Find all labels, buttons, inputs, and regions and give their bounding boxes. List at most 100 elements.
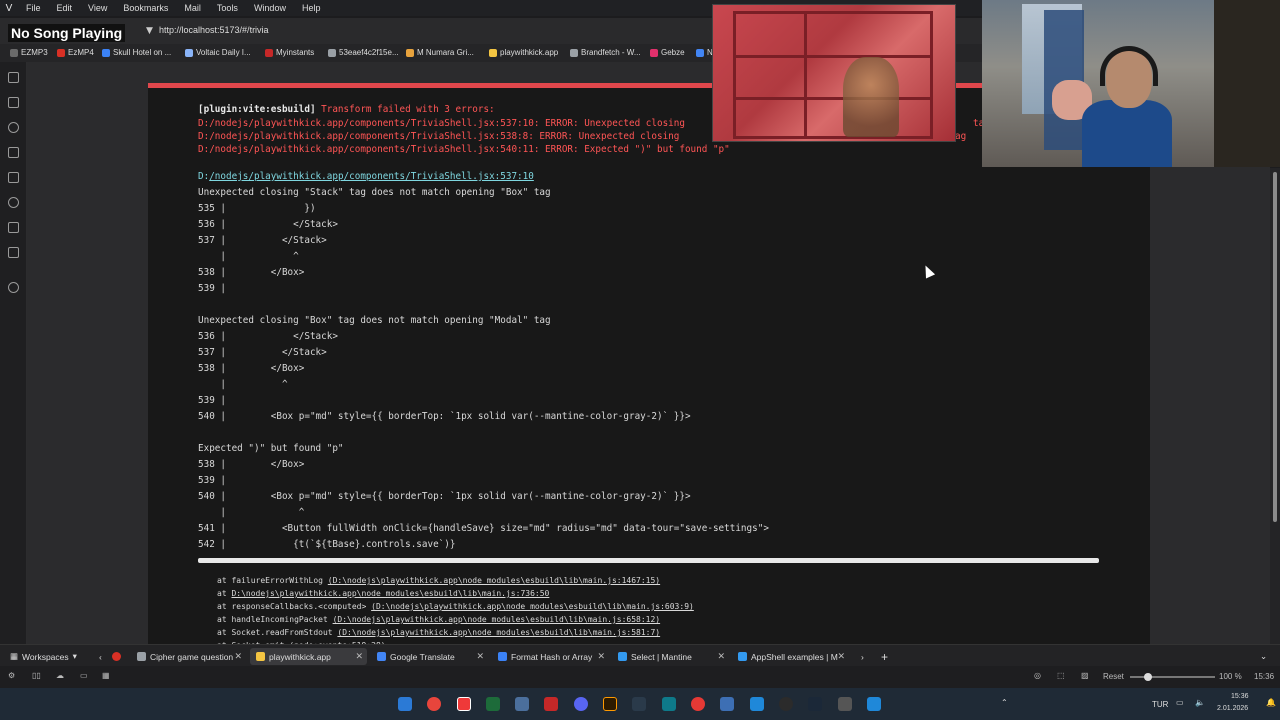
reading-list-icon[interactable] (8, 197, 19, 208)
stack-link[interactable]: (D:\nodejs\playwithkick.app\node_modules… (371, 602, 694, 611)
stack-link[interactable]: (D:\nodejs\playwithkick.app\node_modules… (333, 615, 661, 624)
file-explorer-icon[interactable] (720, 697, 734, 711)
tab-favicon (618, 652, 627, 661)
bookmark-icon (489, 48, 497, 57)
taskbar-time[interactable]: 15:36 (1231, 693, 1249, 700)
screenshot-icon[interactable]: ⬚ (1057, 671, 1065, 680)
tab-menu-icon[interactable]: ⌄ (1254, 648, 1273, 665)
window-icon[interactable]: ▭ (80, 671, 88, 680)
workspaces-button[interactable]: ▦ Workspaces ▾ (4, 648, 83, 665)
illustrator-icon[interactable] (603, 697, 617, 711)
code-line: 539 | (198, 475, 226, 486)
stack-link[interactable]: (D:\nodejs\playwithkick.app\node_modules… (328, 576, 660, 585)
tab-favicon (377, 652, 386, 661)
filezilla-icon[interactable] (544, 697, 558, 711)
code-horizontal-scrollbar[interactable] (198, 558, 1099, 563)
shield-icon[interactable]: ▼ (146, 26, 153, 36)
bookmark-item[interactable]: 53eaef4c2f15e... (328, 48, 399, 57)
add-panel-icon[interactable] (8, 282, 19, 293)
tray-chevron-icon[interactable]: ⌃ (1001, 698, 1008, 707)
close-icon[interactable]: ✕ (837, 651, 845, 662)
tab-format-hash[interactable]: Format Hash or Array ✕ (492, 648, 609, 665)
scroll-thumb[interactable] (1273, 172, 1277, 522)
tab-playwithkick[interactable]: playwithkick.app ✕ (250, 648, 367, 665)
new-tab-button[interactable]: + (875, 648, 894, 665)
tab-favicon (498, 652, 507, 661)
chrome-icon[interactable] (427, 697, 441, 711)
page-scrollbar[interactable] (1270, 168, 1280, 644)
tab-appshell-examples[interactable]: AppShell examples | M ✕ (732, 648, 849, 665)
translate-icon[interactable] (8, 172, 19, 183)
menu-file[interactable]: File (18, 3, 49, 13)
bookmark-item[interactable]: Voltaic Daily I... (185, 48, 251, 57)
notes-icon[interactable] (8, 147, 19, 158)
close-icon[interactable]: ✕ (476, 651, 484, 662)
steam-icon[interactable] (808, 697, 822, 711)
menu-help[interactable]: Help (294, 3, 329, 13)
bookmark-item[interactable]: Myinstants (265, 48, 314, 57)
tab-google-translate[interactable]: Google Translate ✕ (371, 648, 488, 665)
menu-view[interactable]: View (80, 3, 115, 13)
terminal-icon[interactable] (486, 697, 500, 711)
notification-icon[interactable]: 🔔 (1266, 698, 1276, 707)
bookmark-icon (328, 48, 336, 57)
sync-icon[interactable]: ☁ (56, 671, 64, 680)
inkscape-icon[interactable] (632, 697, 646, 711)
tab-cipher-game[interactable]: Cipher game question ✕ (131, 648, 246, 665)
tab-favicon (256, 652, 265, 661)
bookmark-item[interactable]: M Numara Gri... (406, 48, 474, 57)
error-file-link[interactable]: D:/nodejs/playwithkick.app/components/Tr… (198, 171, 534, 182)
tab-select-mantine[interactable]: Select | Mantine ✕ (612, 648, 729, 665)
bookmark-item[interactable]: Gebze (650, 48, 685, 57)
app-icon[interactable] (662, 697, 676, 711)
panel-toggle-icon[interactable]: ⚙ (8, 671, 15, 680)
page-actions-icon[interactable]: ◎ (1034, 671, 1041, 680)
bookmark-item[interactable]: EZMP3 (10, 48, 48, 57)
network-icon[interactable]: ▭ (1176, 698, 1184, 707)
volume-icon[interactable]: 🔈 (1195, 698, 1205, 707)
tab-pinned-icon[interactable] (106, 648, 127, 665)
history-icon[interactable] (8, 122, 19, 133)
url-field[interactable]: http://localhost:5173/#/trivia (159, 25, 269, 35)
calendar-icon[interactable] (8, 247, 19, 258)
close-icon[interactable]: ✕ (234, 651, 242, 662)
bookmark-item[interactable]: Skull Hotel on ... (102, 48, 171, 57)
chevron-down-icon: ▾ (72, 651, 77, 661)
tiling-icon[interactable]: ▯▯ (32, 671, 41, 680)
app-icon[interactable] (867, 697, 881, 711)
discord-icon[interactable] (574, 697, 588, 711)
bookmark-item[interactable]: EzMP4 (57, 48, 94, 57)
app-icon[interactable] (838, 697, 852, 711)
images-icon[interactable]: ▨ (1081, 671, 1089, 680)
vivaldi-icon[interactable] (457, 697, 471, 711)
vivaldi-logo-icon[interactable]: V (0, 0, 18, 16)
bookmarks-panel-icon[interactable] (8, 72, 19, 83)
close-icon[interactable]: ✕ (717, 651, 725, 662)
zoom-reset-button[interactable]: Reset (1103, 672, 1124, 681)
menu-window[interactable]: Window (246, 3, 294, 13)
menu-mail[interactable]: Mail (176, 3, 209, 13)
zoom-slider[interactable] (1130, 673, 1215, 681)
mail-icon[interactable] (8, 222, 19, 233)
stack-link[interactable]: D:\nodejs\playwithkick.app\node_modules\… (231, 589, 549, 598)
close-icon[interactable]: ✕ (597, 651, 605, 662)
stack-link[interactable]: (D:\nodejs\playwithkick.app\node_modules… (337, 628, 660, 637)
taskbar-date[interactable]: 2.01.2026 (1217, 705, 1248, 712)
windows-start-icon[interactable] (398, 697, 412, 711)
tab-scroll-right-icon[interactable]: › (855, 648, 870, 665)
app-icon[interactable] (515, 697, 529, 711)
code-caret: | ^ (198, 507, 305, 518)
media-icon[interactable] (691, 697, 705, 711)
menu-bookmarks[interactable]: Bookmarks (115, 3, 176, 13)
obs-icon[interactable] (779, 697, 793, 711)
capture-icon[interactable]: ▦ (102, 671, 110, 680)
close-icon[interactable]: ✕ (355, 651, 363, 662)
language-indicator[interactable]: TUR (1152, 700, 1168, 709)
remote-desktop-icon[interactable] (750, 697, 764, 711)
bookmark-item[interactable]: Brandfetch - W... (570, 48, 641, 57)
bookmark-item[interactable]: N (696, 48, 713, 57)
bookmark-item[interactable]: playwithkick.app (489, 48, 558, 57)
menu-edit[interactable]: Edit (49, 3, 81, 13)
menu-tools[interactable]: Tools (209, 3, 246, 13)
downloads-icon[interactable] (8, 97, 19, 108)
